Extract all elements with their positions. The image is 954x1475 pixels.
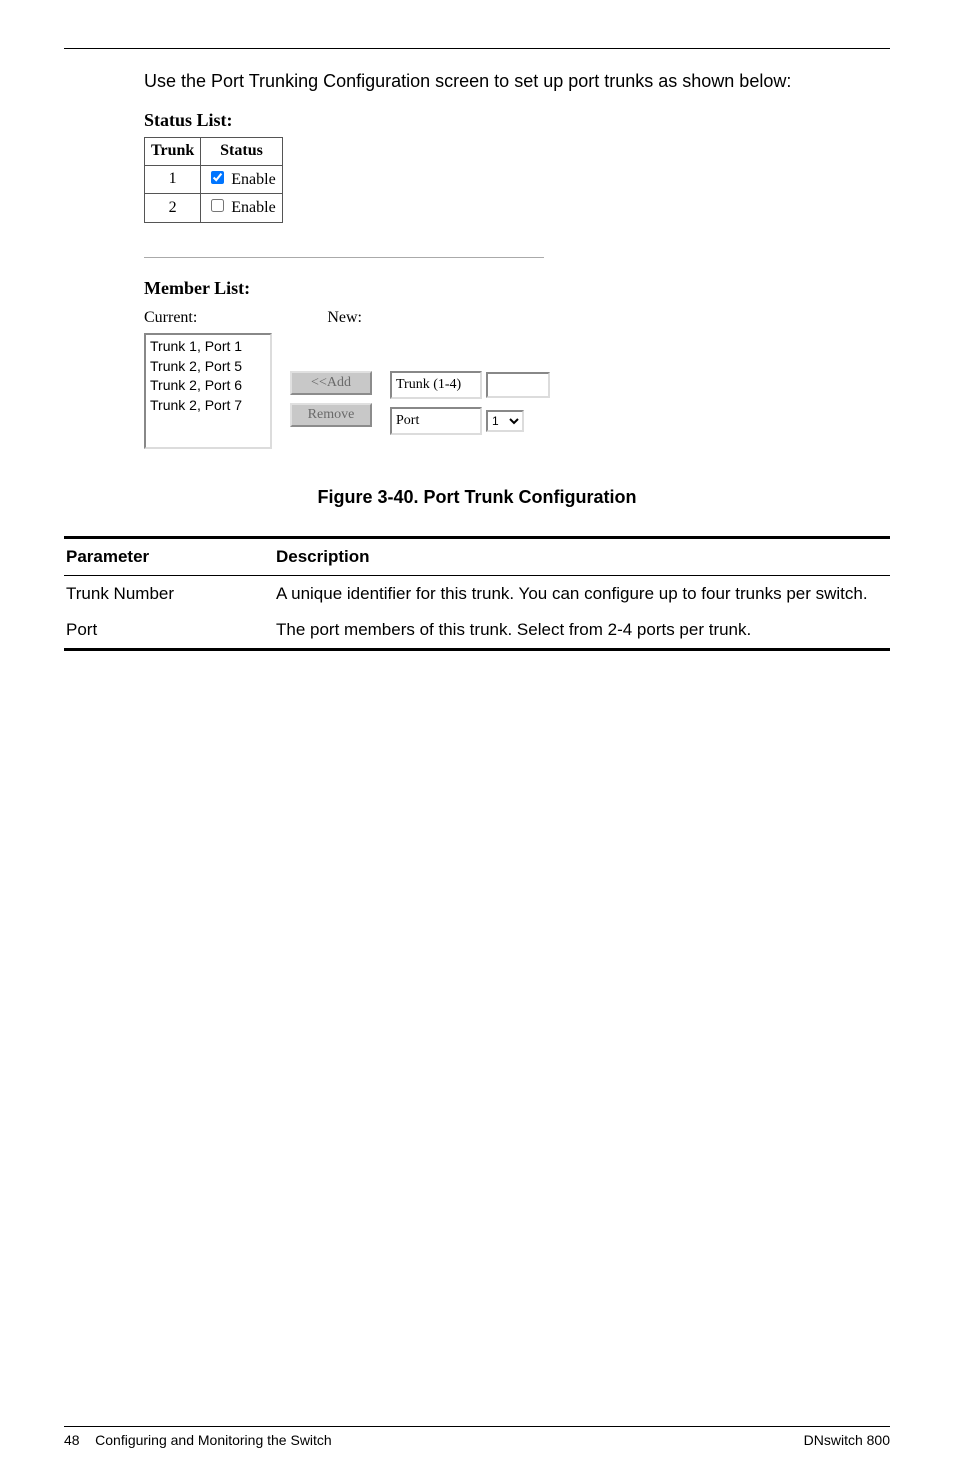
trunk-input-row: Trunk (1-4)	[390, 371, 550, 399]
table-row: Port The port members of this trunk. Sel…	[64, 612, 890, 649]
enable-checkbox[interactable]	[211, 171, 224, 184]
footer-page-number: 48	[64, 1432, 80, 1448]
col-header-parameter: Parameter	[64, 538, 274, 576]
footer-right-text: DNswitch 800	[804, 1431, 890, 1451]
page-footer: 48 Configuring and Monitoring the Switch…	[64, 1426, 890, 1451]
table-row: Trunk Number A unique identifier for thi…	[64, 576, 890, 612]
new-inputs-column: Trunk (1-4) Port 1	[390, 371, 550, 435]
top-horizontal-rule	[64, 48, 890, 49]
trunk-id-cell: 1	[145, 165, 201, 193]
section-divider	[144, 257, 544, 258]
status-cell: Enable	[201, 194, 282, 222]
trunk-id-cell: 2	[145, 194, 201, 222]
footer-left: 48 Configuring and Monitoring the Switch	[64, 1431, 332, 1451]
table-header-row: Trunk Status	[145, 138, 283, 165]
trunk-field[interactable]	[486, 372, 550, 398]
port-field[interactable]: 1	[486, 410, 524, 432]
table-row: 1 Enable	[145, 165, 283, 193]
new-label: New:	[327, 307, 362, 329]
figure-caption: Figure 3-40. Port Trunk Configuration	[64, 485, 890, 510]
param-desc-cell: A unique identifier for this trunk. You …	[274, 576, 890, 612]
status-list-section: Status List: Trunk Status 1 Enable 2 Ena…	[144, 108, 890, 222]
list-item[interactable]: Trunk 2, Port 5	[150, 357, 266, 377]
current-label: Current:	[144, 307, 197, 329]
port-input-row: Port 1	[390, 407, 550, 435]
add-button[interactable]: <<Add	[290, 371, 372, 395]
trunk-field-label: Trunk (1-4)	[390, 371, 482, 399]
param-name-cell: Trunk Number	[64, 576, 274, 612]
col-header-description: Description	[274, 538, 890, 576]
list-item[interactable]: Trunk 2, Port 7	[150, 396, 266, 416]
col-header-trunk: Trunk	[145, 138, 201, 165]
col-header-status: Status	[201, 138, 282, 165]
table-row: 2 Enable	[145, 194, 283, 222]
footer-rule	[64, 1426, 890, 1427]
enable-label: Enable	[231, 199, 275, 216]
param-desc-cell: The port members of this trunk. Select f…	[274, 612, 890, 649]
port-field-label: Port	[390, 407, 482, 435]
status-list-table: Trunk Status 1 Enable 2 Enable	[144, 137, 283, 222]
list-item[interactable]: Trunk 1, Port 1	[150, 337, 266, 357]
param-name-cell: Port	[64, 612, 274, 649]
remove-button[interactable]: Remove	[290, 403, 372, 427]
page: Use the Port Trunking Configuration scre…	[0, 0, 954, 1475]
status-cell: Enable	[201, 165, 282, 193]
member-list-heading: Member List:	[144, 276, 890, 301]
enable-label: Enable	[231, 171, 275, 188]
member-layout: Trunk 1, Port 1 Trunk 2, Port 5 Trunk 2,…	[144, 333, 890, 449]
current-listbox[interactable]: Trunk 1, Port 1 Trunk 2, Port 5 Trunk 2,…	[144, 333, 272, 449]
intro-block: Use the Port Trunking Configuration scre…	[144, 69, 890, 94]
parameter-table: Parameter Description Trunk Number A uni…	[64, 536, 890, 650]
buttons-column: <<Add Remove	[290, 371, 372, 427]
footer-left-text: Configuring and Monitoring the Switch	[95, 1432, 332, 1448]
parameter-table-wrap: Parameter Description Trunk Number A uni…	[64, 536, 890, 650]
list-item[interactable]: Trunk 2, Port 6	[150, 376, 266, 396]
intro-text: Use the Port Trunking Configuration scre…	[144, 69, 890, 94]
member-list-section: Member List: Current: New: Trunk 1, Port…	[144, 276, 890, 450]
table-header-row: Parameter Description	[64, 538, 890, 576]
status-list-heading: Status List:	[144, 108, 890, 133]
footer-row: 48 Configuring and Monitoring the Switch…	[64, 1431, 890, 1451]
enable-checkbox[interactable]	[211, 199, 224, 212]
